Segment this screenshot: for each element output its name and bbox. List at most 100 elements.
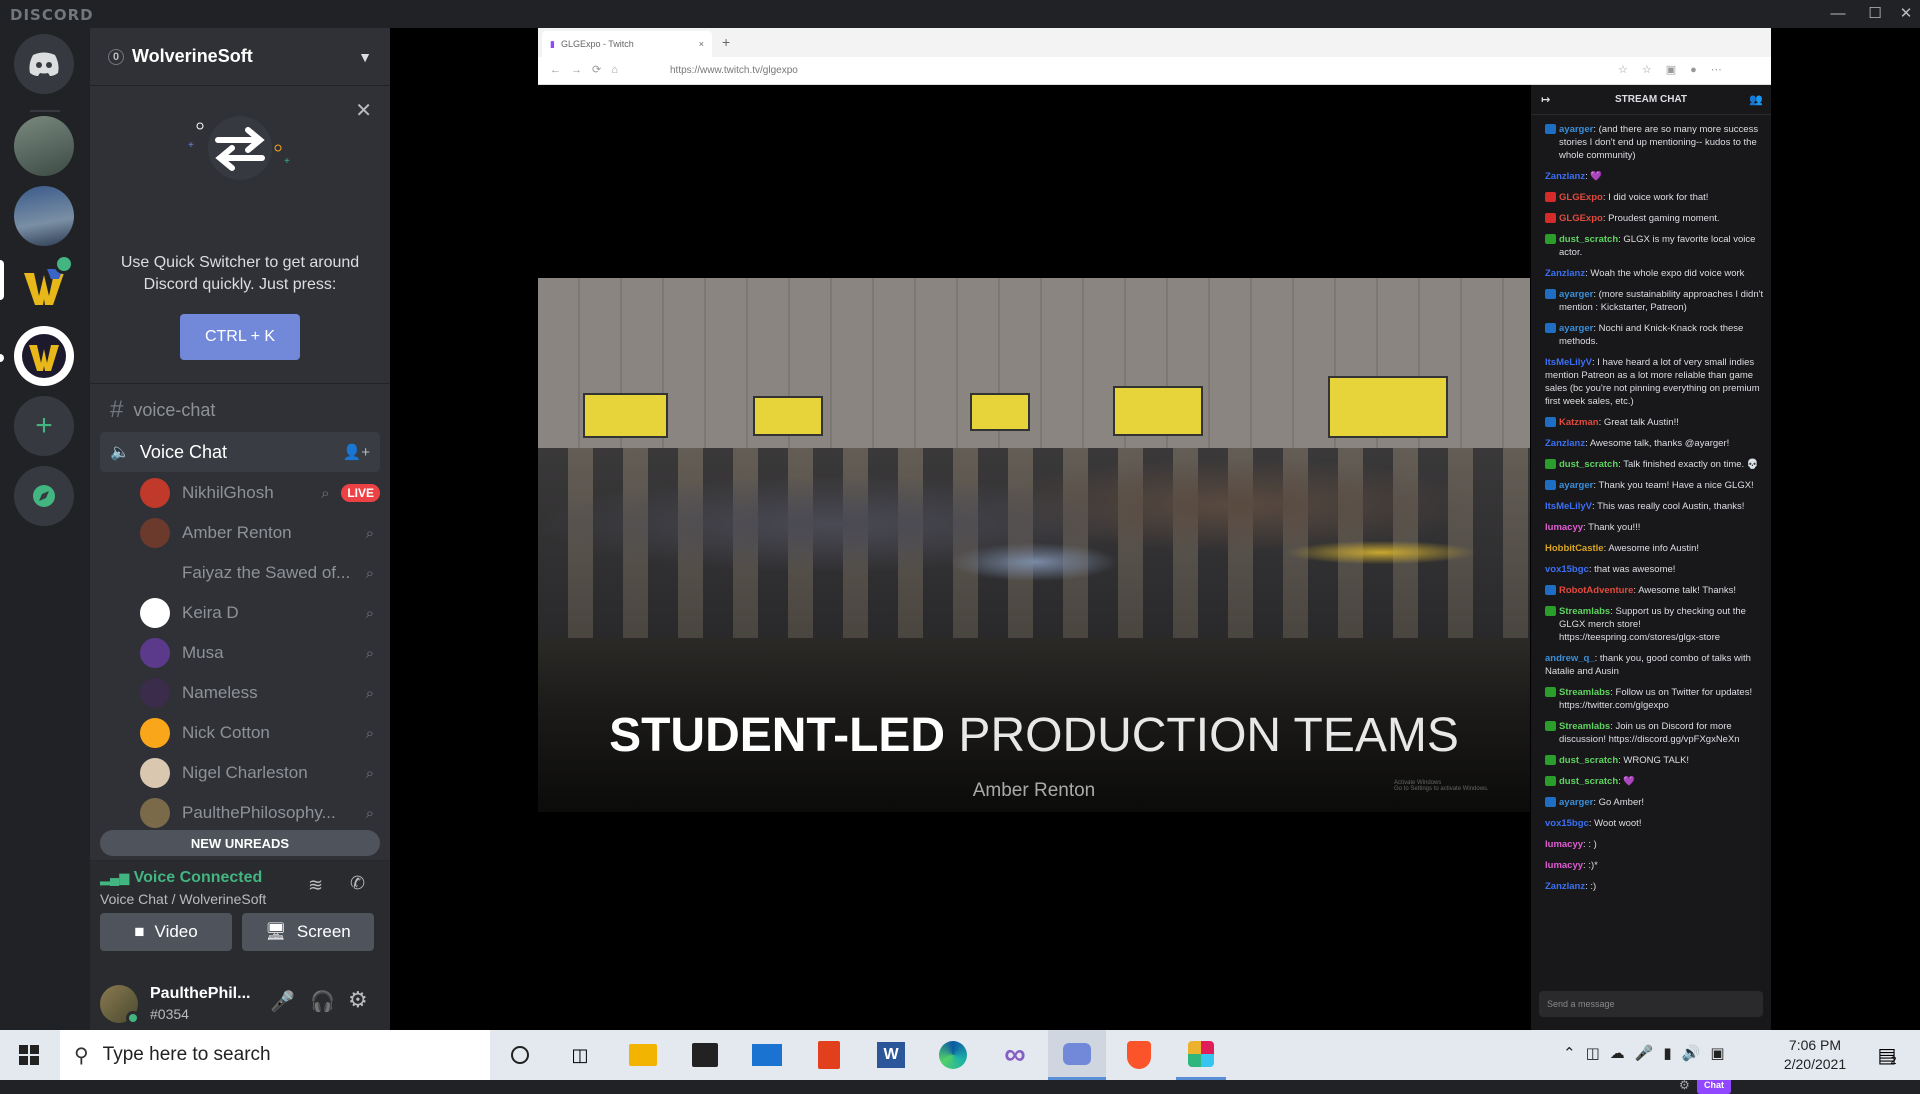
mute-mic-icon[interactable]: 🎤 bbox=[270, 989, 295, 1014]
chat-username[interactable]: ItsMeLilyV bbox=[1545, 501, 1592, 512]
settings-gear-icon[interactable]: ⚙ bbox=[348, 987, 368, 1013]
chat-username[interactable]: ayarger bbox=[1559, 797, 1593, 808]
noise-suppression-icon[interactable]: ≋ bbox=[308, 875, 323, 896]
chat-username[interactable]: Zanzlanz bbox=[1545, 438, 1585, 449]
brave-icon[interactable] bbox=[1114, 1030, 1164, 1080]
cortana-icon[interactable] bbox=[495, 1030, 545, 1080]
home-button[interactable] bbox=[14, 34, 74, 94]
chat-username[interactable]: ayarger bbox=[1559, 124, 1593, 135]
voice-user[interactable]: Nick Cotton ⌕ bbox=[140, 715, 380, 751]
shortcut-button[interactable]: CTRL + K bbox=[180, 314, 300, 360]
chat-username[interactable]: ayarger bbox=[1559, 323, 1593, 334]
chat-badge-icon bbox=[1545, 797, 1556, 807]
chat-settings-icon[interactable]: ⚙ bbox=[1679, 1078, 1690, 1092]
invite-member-icon[interactable]: 👤+ bbox=[343, 443, 370, 461]
chat-username[interactable]: Zanzlanz bbox=[1545, 268, 1585, 279]
chat-username[interactable]: dust_scratch bbox=[1559, 755, 1618, 766]
live-badge[interactable]: LIVE bbox=[341, 484, 380, 502]
server-icon-glgx[interactable] bbox=[14, 326, 74, 386]
clock[interactable]: 7:06 PM 2/20/2021 bbox=[1770, 1036, 1860, 1074]
system-tray-icons[interactable]: ⌃◫☁🎤▮🔊▣ bbox=[1563, 1044, 1735, 1062]
users-list-icon[interactable]: 👥 bbox=[1749, 93, 1763, 106]
chat-username[interactable]: dust_scratch bbox=[1559, 776, 1618, 787]
channel-voice-chat-text[interactable]: # voice-chat bbox=[100, 390, 380, 430]
mail-icon[interactable] bbox=[742, 1030, 792, 1080]
voice-location[interactable]: Voice Chat / WolverineSoft bbox=[100, 891, 266, 907]
close-tip-button[interactable]: ✕ bbox=[355, 98, 372, 123]
chat-username[interactable]: Zanzlanz bbox=[1545, 171, 1585, 182]
chat-username[interactable]: Streamlabs bbox=[1559, 687, 1610, 698]
new-tab-button[interactable]: + bbox=[722, 34, 730, 50]
browser-nav-icons[interactable]: ←→⟳⌂ bbox=[550, 63, 628, 76]
voice-user[interactable]: PaulthePhilosophy... ⌕ bbox=[140, 795, 380, 831]
headphones-icon[interactable]: 🎧 bbox=[310, 989, 335, 1014]
tip-line-2: Discord quickly. Just press: bbox=[143, 276, 337, 293]
chat-badge-icon bbox=[1545, 721, 1556, 731]
chat-username[interactable]: RobotAdventure bbox=[1559, 585, 1633, 596]
chat-username[interactable]: GLGExpo bbox=[1559, 213, 1603, 224]
voice-user[interactable]: Amber Renton ⌕ bbox=[140, 515, 380, 551]
chat-username[interactable]: Streamlabs bbox=[1559, 721, 1610, 732]
discord-taskbar-icon[interactable] bbox=[1048, 1030, 1106, 1080]
chat-username[interactable]: HobbitCastle bbox=[1545, 543, 1604, 554]
new-unreads-button[interactable]: NEW UNREADS bbox=[100, 830, 380, 856]
explore-servers-icon[interactable] bbox=[14, 466, 74, 526]
disconnect-icon[interactable]: ✆ bbox=[350, 873, 365, 894]
visual-studio-icon[interactable]: ∞ bbox=[990, 1030, 1040, 1080]
screen-share-button[interactable]: 🖥 Screen bbox=[242, 913, 374, 951]
word-icon[interactable]: W bbox=[866, 1030, 916, 1080]
office-icon[interactable] bbox=[804, 1030, 854, 1080]
stream-video[interactable]: STUDENT-LED PRODUCTION TEAMS Amber Rento… bbox=[538, 278, 1530, 812]
chat-username[interactable]: andrew_q_ bbox=[1545, 653, 1595, 664]
collapse-chat-icon[interactable]: ↦ bbox=[1541, 93, 1550, 106]
chat-username[interactable]: Katzman bbox=[1559, 417, 1599, 428]
glgx-logo-icon bbox=[22, 334, 66, 378]
windows-start-icon[interactable] bbox=[4, 1030, 54, 1080]
chat-username[interactable]: ItsMeLilyV bbox=[1545, 357, 1592, 368]
chat-badge-icon bbox=[1545, 289, 1556, 299]
maximize-button[interactable]: ☐ bbox=[1859, 3, 1891, 25]
voice-connected-status[interactable]: ▂▄▆ Voice Connected bbox=[100, 869, 262, 887]
taskbar-search[interactable]: ⚲ Type here to search bbox=[60, 1030, 490, 1080]
chat-username[interactable]: lumacyy bbox=[1545, 839, 1583, 850]
slack-icon[interactable] bbox=[1176, 1030, 1226, 1080]
tab-close-button[interactable]: × bbox=[699, 39, 704, 49]
voice-user[interactable]: NikhilGhosh ⌕ LIVE bbox=[140, 475, 380, 511]
close-window-button[interactable]: ✕ bbox=[1890, 3, 1920, 25]
chat-username[interactable]: ayarger bbox=[1559, 480, 1593, 491]
browser-tab[interactable]: ▮ GLGExpo - Twitch × bbox=[542, 31, 712, 57]
minimize-button[interactable]: — bbox=[1822, 3, 1854, 25]
voice-user[interactable]: Keira D ⌕ bbox=[140, 595, 380, 631]
chat-username[interactable]: ayarger bbox=[1559, 289, 1593, 300]
chat-input[interactable]: Send a message bbox=[1539, 991, 1763, 1017]
file-explorer-icon[interactable] bbox=[618, 1030, 668, 1080]
edge-icon[interactable] bbox=[928, 1030, 978, 1080]
voice-user[interactable]: Musa ⌕ bbox=[140, 635, 380, 671]
chat-username[interactable]: vox15bgc bbox=[1545, 564, 1589, 575]
voice-user[interactable]: Nigel Charleston ⌕ bbox=[140, 755, 380, 791]
chat-username[interactable]: Streamlabs bbox=[1559, 606, 1610, 617]
voice-user[interactable]: Faiyaz the Sawed of... ⌕ bbox=[140, 555, 380, 591]
url-field[interactable]: https://www.twitch.tv/glgexpo bbox=[670, 65, 798, 76]
chat-username[interactable]: lumacyy bbox=[1545, 522, 1583, 533]
task-view-icon[interactable]: ◫ bbox=[555, 1030, 605, 1080]
store-icon[interactable] bbox=[680, 1030, 730, 1080]
server-icon-1[interactable] bbox=[14, 116, 74, 176]
action-center-icon[interactable]: ▤ 2 bbox=[1862, 1030, 1912, 1080]
browser-toolbar-icons[interactable]: ☆☆▣●⋯ bbox=[1618, 63, 1736, 76]
chat-username[interactable]: vox15bgc bbox=[1545, 818, 1589, 829]
add-server-icon[interactable]: + bbox=[14, 396, 74, 456]
chat-username[interactable]: dust_scratch bbox=[1559, 459, 1618, 470]
muted-icon: ⌕ bbox=[365, 524, 375, 542]
chat-username[interactable]: GLGExpo bbox=[1559, 192, 1603, 203]
channel-voice-chat[interactable]: 🔈 Voice Chat 👤+ bbox=[100, 432, 380, 472]
tip-text: Use Quick Switcher to get around Discord… bbox=[90, 252, 390, 296]
chat-header: ↦ STREAM CHAT 👥 bbox=[1531, 85, 1771, 115]
voice-user[interactable]: Nameless ⌕ bbox=[140, 675, 380, 711]
chat-username[interactable]: dust_scratch bbox=[1559, 234, 1618, 245]
chat-username[interactable]: lumacyy bbox=[1545, 860, 1583, 871]
server-header[interactable]: 0 WolverineSoft ▼ bbox=[90, 28, 390, 86]
video-button[interactable]: ■ Video bbox=[100, 913, 232, 951]
chat-username[interactable]: Zanzlanz bbox=[1545, 881, 1585, 892]
server-icon-2[interactable] bbox=[14, 186, 74, 246]
